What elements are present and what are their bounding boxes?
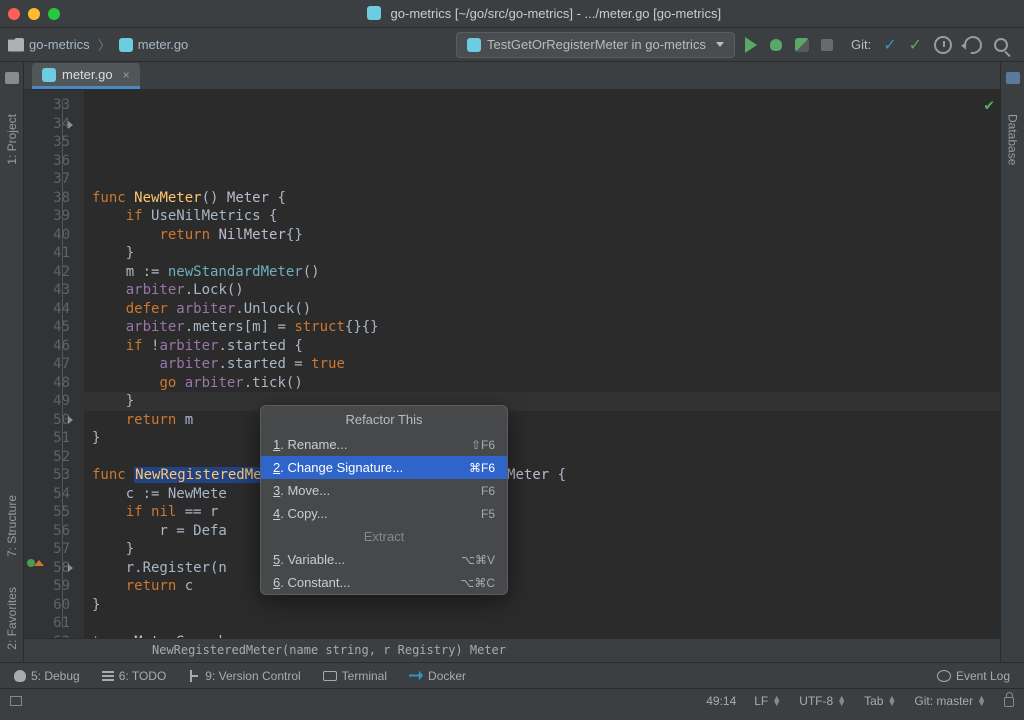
- run-configuration-dropdown[interactable]: TestGetOrRegisterMeter in go-metrics: [456, 32, 735, 58]
- stop-button[interactable]: [821, 39, 833, 51]
- refactor-item-rename[interactable]: 1. Rename...⇧F6: [261, 433, 507, 456]
- folder-icon: [8, 38, 24, 52]
- close-tab-button[interactable]: ×: [123, 68, 130, 82]
- project-tool-icon: [5, 72, 19, 84]
- line-separator-widget[interactable]: LF▲▼: [754, 694, 781, 708]
- git-label: Git:: [851, 37, 871, 52]
- status-bar: 49:14 LF▲▼ UTF-8▲▼ Tab▲▼ Git: master▲▼: [0, 688, 1024, 712]
- titlebar: go-metrics [~/go/src/go-metrics] - .../m…: [0, 0, 1024, 28]
- docker-tool-button[interactable]: Docker: [409, 669, 466, 683]
- test-config-icon: [467, 38, 481, 52]
- project-tool-button[interactable]: 1: Project: [5, 114, 19, 165]
- tool-window-toggle[interactable]: [10, 696, 22, 706]
- close-window-button[interactable]: [8, 8, 20, 20]
- right-tool-rail: Database: [1000, 62, 1024, 662]
- favorites-tool-button[interactable]: 2: Favorites: [5, 587, 19, 650]
- navigation-toolbar: go-metrics 〉 meter.go TestGetOrRegisterM…: [0, 28, 1024, 62]
- editor-tabs: meter.go ×: [24, 62, 1000, 90]
- refactor-item-change-signature[interactable]: 2. Change Signature...⌘F6: [261, 456, 507, 479]
- editor-breadcrumb[interactable]: NewRegisteredMeter(name string, r Regist…: [24, 638, 1000, 662]
- go-file-icon: [42, 68, 56, 82]
- event-log-icon: [937, 670, 951, 682]
- structure-tool-button[interactable]: 7: Structure: [5, 495, 19, 557]
- git-commit-button[interactable]: ✓: [909, 35, 922, 55]
- project-icon: [367, 6, 381, 20]
- refactor-item-variable[interactable]: 5. Variable...⌥⌘V: [261, 548, 507, 571]
- go-file-icon: [119, 38, 133, 52]
- terminal-icon: [323, 671, 337, 681]
- breadcrumb-project[interactable]: go-metrics: [8, 37, 90, 52]
- debug-button[interactable]: [769, 38, 783, 52]
- todo-tool-button[interactable]: 6: TODO: [102, 669, 167, 683]
- breadcrumb: go-metrics 〉 meter.go: [8, 35, 456, 54]
- window-controls: [8, 8, 60, 20]
- event-log-button[interactable]: Event Log: [937, 669, 1010, 683]
- refactor-item-copy[interactable]: 4. Copy...F5: [261, 502, 507, 525]
- popup-section-extract: Extract: [261, 525, 507, 548]
- git-branch-widget[interactable]: Git: master▲▼: [914, 694, 986, 708]
- gutter-marker[interactable]: [27, 559, 42, 568]
- search-everywhere-button[interactable]: [994, 38, 1008, 52]
- inspection-ok-icon[interactable]: ✔: [984, 96, 994, 115]
- docker-icon: [409, 671, 423, 681]
- window-title: go-metrics [~/go/src/go-metrics] - .../m…: [72, 6, 1016, 21]
- maximize-window-button[interactable]: [48, 8, 60, 20]
- breadcrumb-file[interactable]: meter.go: [119, 37, 189, 52]
- encoding-widget[interactable]: UTF-8▲▼: [799, 694, 846, 708]
- code-editor[interactable]: 3334353637383940414243444546474849505152…: [24, 90, 1000, 638]
- version-control-tool-button[interactable]: 9: Version Control: [188, 669, 300, 683]
- history-button[interactable]: [934, 36, 952, 54]
- refactor-item-move[interactable]: 3. Move...F6: [261, 479, 507, 502]
- list-icon: [102, 671, 114, 681]
- gutter[interactable]: 3334353637383940414243444546474849505152…: [24, 90, 84, 638]
- git-update-button[interactable]: ✓: [883, 35, 896, 55]
- caret-position[interactable]: 49:14: [706, 694, 736, 708]
- terminal-tool-button[interactable]: Terminal: [323, 669, 387, 683]
- run-button[interactable]: [745, 37, 757, 53]
- database-tool-button[interactable]: Database: [1006, 114, 1020, 165]
- refactor-item-constant[interactable]: 6. Constant...⌥⌘C: [261, 571, 507, 594]
- chevron-down-icon: [716, 42, 724, 47]
- minimize-window-button[interactable]: [28, 8, 40, 20]
- bottom-tool-bar: 5: Debug 6: TODO 9: Version Control Term…: [0, 662, 1024, 688]
- editor-tab-meter[interactable]: meter.go ×: [32, 63, 140, 89]
- popup-title: Refactor This: [261, 406, 507, 433]
- readonly-toggle[interactable]: [1004, 697, 1014, 707]
- rollback-button[interactable]: [961, 32, 986, 57]
- chevron-right-icon: 〉: [98, 35, 111, 54]
- indent-widget[interactable]: Tab▲▼: [864, 694, 896, 708]
- run-toolbar: Git: ✓ ✓: [745, 35, 1008, 55]
- debug-tool-button[interactable]: 5: Debug: [14, 669, 80, 683]
- refactor-this-popup: Refactor This 1. Rename...⇧F62. Change S…: [260, 405, 508, 595]
- bug-icon: [14, 670, 26, 682]
- branch-icon: [188, 670, 200, 682]
- code-area[interactable]: ✔ func NewMeter() Meter { if UseNilMetri…: [84, 90, 1000, 638]
- left-tool-rail: 1: Project 7: Structure 2: Favorites: [0, 62, 24, 662]
- editor-panel: meter.go × 33343536373839404142434445464…: [24, 62, 1000, 662]
- run-coverage-button[interactable]: [795, 38, 809, 52]
- main-area: 1: Project 7: Structure 2: Favorites met…: [0, 62, 1024, 662]
- database-tool-icon: [1006, 72, 1020, 84]
